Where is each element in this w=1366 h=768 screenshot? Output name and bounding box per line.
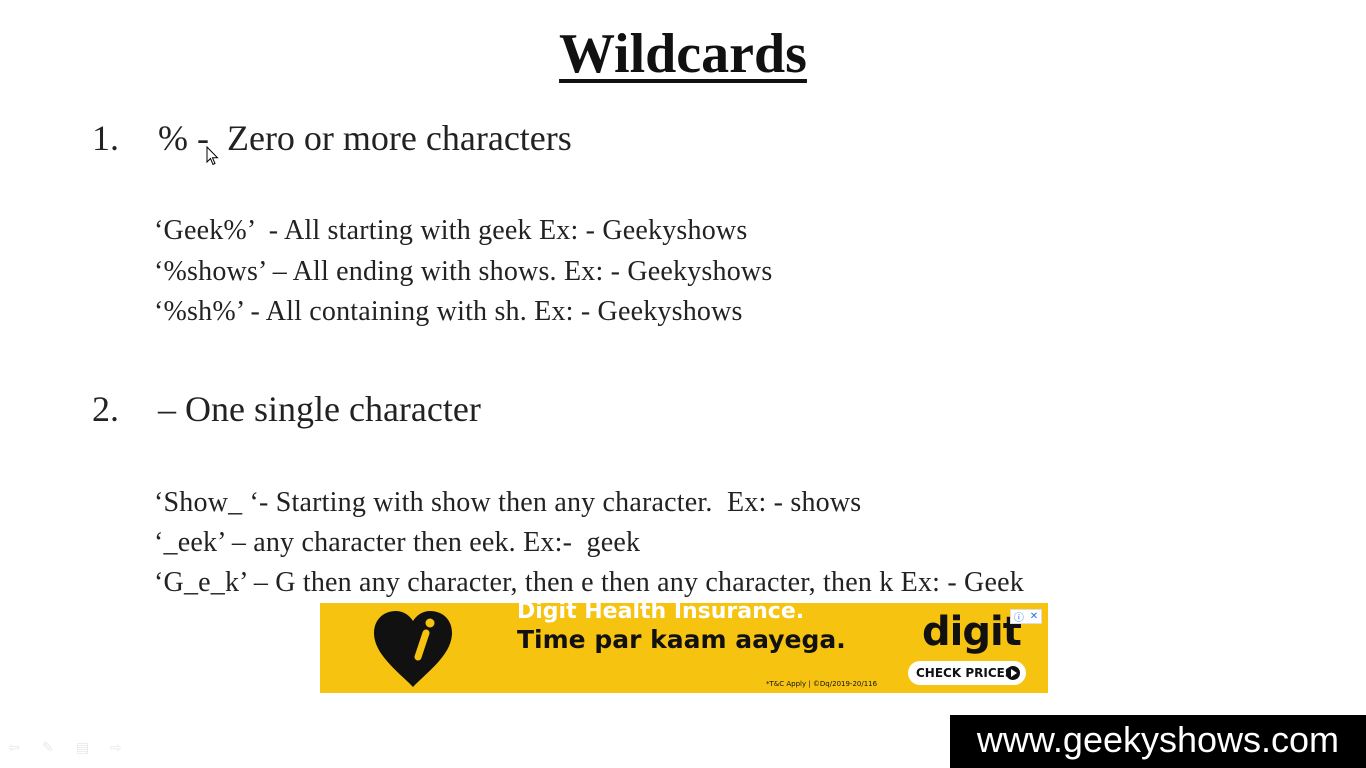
section-1-example-3: ‘%sh%’ - All containing with sh. Ex: - G… [154, 296, 743, 327]
watermark-text: www.geekyshows.com [976, 719, 1340, 760]
section-2-example-2: ‘_eek’ – any character then eek. Ex:- ge… [154, 527, 641, 558]
prev-slide-icon[interactable]: ⇦ [8, 740, 30, 756]
menu-icon[interactable]: ▤ [76, 740, 98, 756]
watermark: www.geekyshows.com [950, 715, 1366, 768]
ad-headline: Digit Health Insurance. [517, 603, 805, 624]
section-1-heading-text: % - Zero or more characters [158, 118, 572, 158]
check-prices-label: CHECK PRICES [916, 666, 1014, 680]
section-2-heading: 2. – One single character [92, 388, 481, 430]
section-1-example-2: ‘%shows’ – All ending with shows. Ex: - … [154, 256, 773, 287]
heart-logo-icon [374, 611, 452, 687]
ad-info-icon[interactable]: ⓘ [1014, 609, 1024, 624]
ad-brand-logo: digit [922, 609, 1022, 655]
ad-banner[interactable]: Digit Health Insurance. Time par kaam aa… [320, 603, 1048, 693]
section-2-example-1: ‘Show_ ‘- Starting with show then any ch… [154, 487, 862, 518]
next-slide-icon[interactable]: ⇨ [110, 740, 132, 756]
pen-icon[interactable]: ✎ [42, 740, 64, 756]
section-2-example-3: ‘G_e_k’ – G then any character, then e t… [154, 567, 1024, 598]
slide-title: Wildcards [0, 22, 1366, 86]
section-1-example-1: ‘Geek%’ - All starting with geek Ex: - G… [154, 215, 748, 246]
section-2-number: 2. [92, 389, 119, 429]
slide-title-text: Wildcards [559, 23, 807, 85]
mouse-cursor-icon [206, 146, 219, 166]
section-1-number: 1. [92, 118, 119, 158]
slideshow-controls: ⇦ ✎ ▤ ⇨ [8, 740, 132, 756]
ad-fine-print: *T&C Apply | ©Dq/2019-20/116 [766, 680, 878, 688]
ad-choices[interactable]: ⓘ ✕ [1010, 609, 1042, 624]
ad-tagline: Time par kaam aayega. [517, 625, 846, 654]
section-1-heading: 1. % - Zero or more characters [92, 117, 572, 159]
section-2-heading-text: – One single character [158, 389, 481, 429]
check-prices-button[interactable]: CHECK PRICES [908, 661, 1026, 685]
play-icon [1006, 666, 1020, 680]
ad-close-icon[interactable]: ✕ [1030, 611, 1038, 622]
